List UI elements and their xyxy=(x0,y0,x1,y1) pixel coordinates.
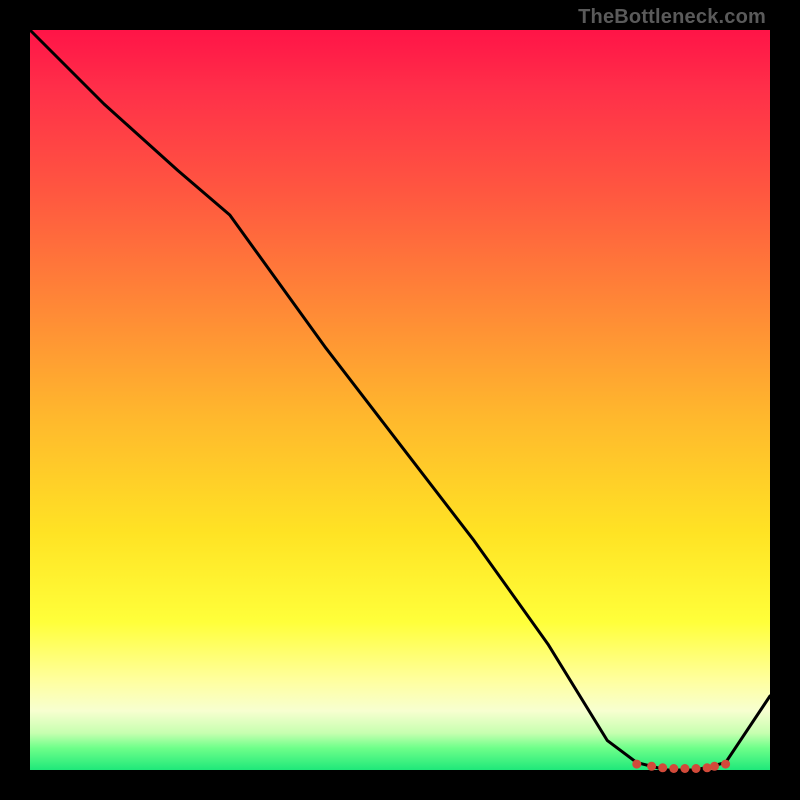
marker-point xyxy=(721,760,730,769)
watermark-text: TheBottleneck.com xyxy=(578,6,766,29)
chart-svg xyxy=(30,30,770,770)
marker-point xyxy=(647,762,656,771)
marker-point xyxy=(669,764,678,773)
marker-point xyxy=(680,764,689,773)
bottleneck-curve xyxy=(30,30,770,770)
marker-point xyxy=(710,762,719,771)
marker-point xyxy=(658,763,667,772)
marker-point xyxy=(692,764,701,773)
marker-point xyxy=(632,760,641,769)
chart-frame: TheBottleneck.com xyxy=(0,0,800,800)
marker-point xyxy=(703,763,712,772)
